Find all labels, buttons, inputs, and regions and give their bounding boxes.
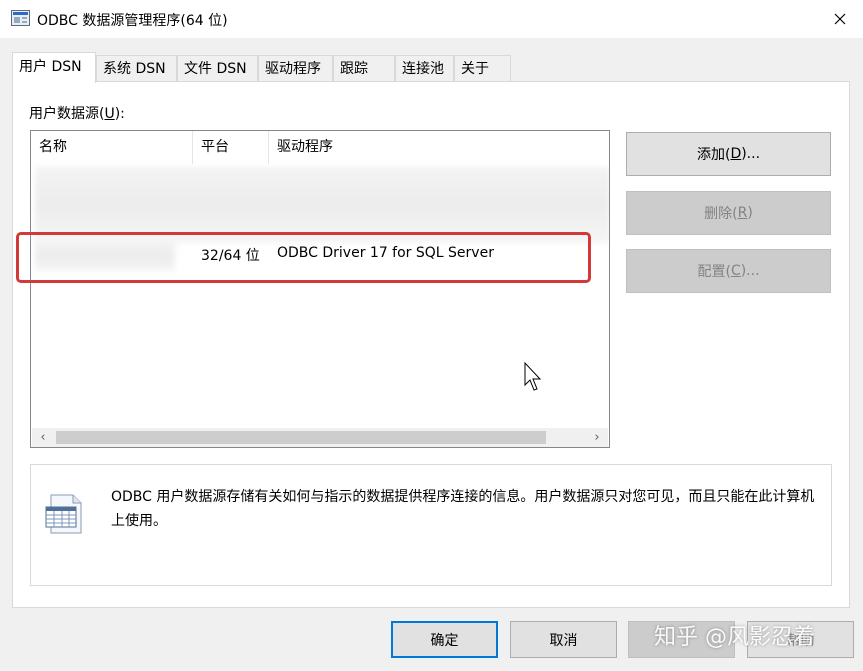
- data-source-icon: [45, 494, 82, 534]
- close-icon: [834, 13, 846, 25]
- tab-tracing[interactable]: 跟踪: [333, 55, 395, 82]
- tab-system-dsn[interactable]: 系统 DSN: [96, 55, 177, 82]
- tab-label: 跟踪: [340, 61, 368, 77]
- tab-label: 驱动程序: [265, 61, 321, 77]
- info-panel: ODBC 用户数据源存储有关如何与指示的数据提供程序连接的信息。用户数据源只对您…: [30, 464, 832, 586]
- tab-label: 关于: [461, 61, 489, 77]
- column-header-driver[interactable]: 驱动程序: [269, 131, 609, 164]
- watermark: 知乎 @风影忍着: [654, 625, 815, 650]
- remove-button[interactable]: 删除(R): [626, 191, 831, 235]
- scroll-left-icon[interactable]: ‹: [32, 428, 54, 447]
- info-description: ODBC 用户数据源存储有关如何与指示的数据提供程序连接的信息。用户数据源只对您…: [111, 489, 815, 529]
- tab-about[interactable]: 关于: [454, 55, 511, 82]
- column-header-name[interactable]: 名称: [31, 131, 193, 164]
- tab-label: 文件 DSN: [184, 61, 247, 77]
- tab-label: 系统 DSN: [103, 61, 166, 77]
- odbc-app-icon: [11, 10, 30, 26]
- title-bar: ODBC 数据源管理程序(64 位): [0, 0, 863, 38]
- tab-drivers[interactable]: 驱动程序: [258, 55, 333, 82]
- ok-button[interactable]: 确定: [391, 621, 498, 658]
- highlight-annotation: [16, 232, 591, 283]
- column-header-platform[interactable]: 平台: [193, 131, 269, 164]
- scroll-right-icon[interactable]: ›: [586, 428, 608, 447]
- tab-file-dsn[interactable]: 文件 DSN: [177, 55, 258, 82]
- tab-user-dsn[interactable]: 用户 DSN: [12, 52, 96, 83]
- tab-strip: 用户 DSN 系统 DSN 文件 DSN 驱动程序 跟踪 连接池 关于: [12, 52, 532, 83]
- window-title: ODBC 数据源管理程序(64 位): [37, 13, 228, 29]
- user-dsn-list[interactable]: 名称 平台 驱动程序 32/64 位 ODBC Driver 17 for SQ…: [30, 130, 610, 448]
- tab-connection-pool[interactable]: 连接池: [395, 55, 454, 82]
- user-data-sources-label: 用户数据源(U):: [29, 106, 125, 122]
- configure-button[interactable]: 配置(C)...: [626, 249, 831, 293]
- horizontal-scrollbar[interactable]: ‹ ›: [32, 428, 608, 447]
- add-button[interactable]: 添加(D)...: [626, 132, 831, 176]
- scrollbar-thumb[interactable]: [56, 431, 546, 444]
- tab-label: 用户 DSN: [19, 59, 82, 75]
- close-button[interactable]: [817, 0, 863, 38]
- cancel-button[interactable]: 取消: [510, 621, 617, 658]
- mouse-cursor-icon: [524, 362, 542, 391]
- list-header: 名称 平台 驱动程序: [31, 131, 609, 164]
- tab-label: 连接池: [402, 61, 444, 77]
